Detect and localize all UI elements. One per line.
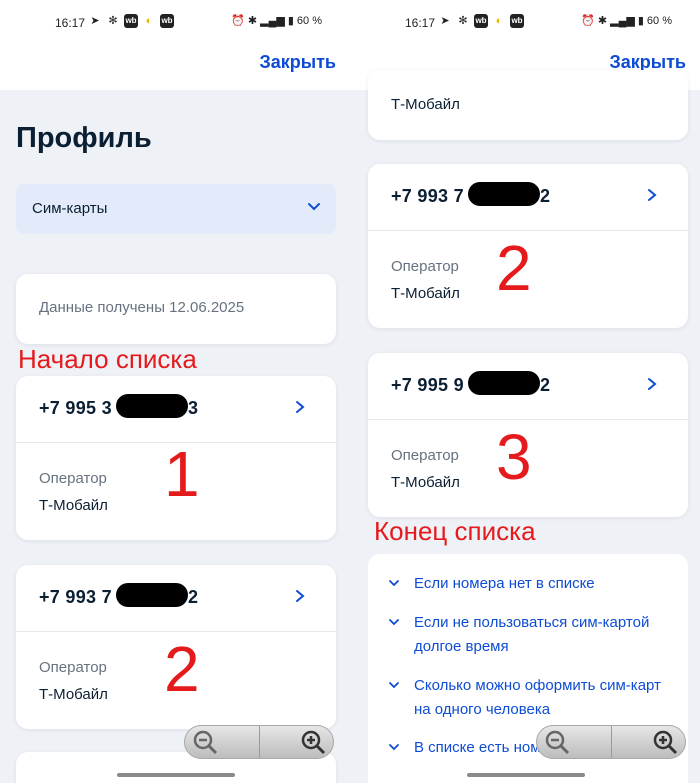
status-bar: 16:17 ➤ ✻ wb ◐ wb ⏰ ✱ ▂▄▆ ▮ 60 % [350, 0, 700, 46]
sim-number-end: 2 [540, 186, 551, 206]
chevron-down-icon [389, 744, 399, 751]
status-time: 16:17 [55, 16, 86, 30]
sim-number-end: 2 [188, 587, 199, 607]
signal-icon: ▂▄▆ [260, 15, 285, 27]
battery-icon: ▮ [637, 15, 644, 27]
wb-icon: wb [474, 14, 488, 28]
sim-card-3[interactable]: +7 995 9 2 Оператор Т-Мобайл 3 [368, 353, 688, 517]
alarm-icon: ⏰ [231, 15, 245, 27]
operator-value: Т-Мобайл [39, 686, 108, 703]
chevron-right-icon [296, 401, 305, 413]
operator-value: Т-Мобайл [391, 96, 460, 113]
annotation-list-start: Начало списка [18, 344, 197, 374]
battery-icon: ▮ [287, 15, 294, 27]
page-title: Профиль [16, 122, 152, 154]
wb-icon: wb [160, 14, 174, 28]
zoom-divider [611, 726, 612, 758]
annotation-number-2: 2 [164, 633, 200, 705]
chevron-down-icon [389, 580, 399, 587]
chevron-down-icon [389, 619, 399, 626]
operator-label: Оператор [39, 659, 107, 676]
wb-icon: wb [510, 14, 524, 28]
screenshot-left: 16:17 ➤ ✻ wb ◐ wb ⏰ ✱ ▂▄▆ ▮ 60 % Закрыть… [0, 0, 350, 783]
faq-item[interactable]: Если номера нет в списке [388, 572, 668, 596]
redaction-mask [468, 371, 540, 395]
status-time: 16:17 [405, 16, 436, 30]
bluetooth-icon: ✱ [597, 15, 608, 27]
screenshot-right: 16:17 ➤ ✻ wb ◐ wb ⏰ ✱ ▂▄▆ ▮ 60 % Закрыть… [350, 0, 700, 783]
faq-item-label: Сколько можно оформить сим-карт на одног… [414, 677, 661, 718]
operator-label: Оператор [391, 447, 459, 464]
operator-value: Т-Мобайл [391, 474, 460, 491]
battery-level: 60 % [296, 14, 322, 27]
sim-card-1[interactable]: +7 995 3 3 Оператор Т-Мобайл 1 [16, 376, 336, 540]
status-icons-left: ➤ ✻ wb ◐ wb [88, 14, 174, 28]
battery-level: 60 % [646, 14, 672, 27]
data-received-text: Данные получены 12.06.2025 [39, 299, 245, 316]
moon-icon: ◐ [145, 15, 153, 27]
redaction-mask [116, 394, 188, 418]
status-icons-right: ⏰ ✱ ▂▄▆ ▮ 60 % [231, 14, 322, 28]
bluetooth-icon: ✱ [247, 15, 258, 27]
annotation-number-1: 1 [164, 438, 200, 510]
chevron-down-icon [389, 682, 399, 689]
settings-icon: ✻ [458, 15, 468, 27]
zoom-control [184, 725, 334, 759]
signal-icon: ▂▄▆ [610, 15, 635, 27]
zoom-in-icon[interactable] [299, 728, 327, 756]
sim-number-start: +7 995 3 [39, 398, 112, 418]
sim-card-2[interactable]: +7 993 7 2 Оператор Т-Мобайл 2 [16, 565, 336, 729]
status-bar: 16:17 ➤ ✻ wb ◐ wb ⏰ ✱ ▂▄▆ ▮ 60 % [0, 0, 350, 46]
chevron-down-icon [308, 203, 320, 211]
redaction-mask [468, 182, 540, 206]
home-indicator [117, 773, 235, 777]
settings-icon: ✻ [108, 15, 118, 27]
sim-number-end: 2 [540, 375, 551, 395]
home-indicator [467, 773, 585, 777]
chevron-right-icon [296, 590, 305, 602]
status-icons-left: ➤ ✻ wb ◐ wb [438, 14, 524, 28]
redaction-mask [116, 583, 188, 607]
zoom-control [536, 725, 686, 759]
operator-label: Оператор [391, 258, 459, 275]
chevron-right-icon [648, 378, 657, 390]
close-link[interactable]: Закрыть [259, 52, 336, 73]
data-received-card: Данные получены 12.06.2025 [16, 274, 336, 344]
zoom-in-icon[interactable] [651, 728, 679, 756]
faq-item-label: Если номера нет в списке [414, 575, 595, 592]
faq-item[interactable]: Сколько можно оформить сим-карт на одног… [388, 674, 668, 722]
telegram-icon: ➤ [440, 15, 450, 27]
sim-number-start: +7 995 9 [391, 375, 464, 395]
sim-cards-dropdown[interactable]: Сим-карты [16, 184, 336, 234]
annotation-list-end: Конец списка [374, 516, 536, 546]
sim-number-start: +7 993 7 [391, 186, 464, 206]
zoom-out-icon[interactable] [543, 728, 571, 756]
annotation-number-2: 2 [496, 232, 532, 304]
faq-item[interactable]: Если не пользоваться сим-картой долгое в… [388, 611, 668, 659]
sim-number-start: +7 993 7 [39, 587, 112, 607]
divider [368, 230, 688, 231]
status-icons-right: ⏰ ✱ ▂▄▆ ▮ 60 % [581, 14, 672, 28]
dropdown-label: Сим-карты [32, 200, 108, 217]
divider [368, 419, 688, 420]
sim-card-2[interactable]: +7 993 7 2 Оператор Т-Мобайл 2 [368, 164, 688, 328]
telegram-icon: ➤ [90, 15, 100, 27]
alarm-icon: ⏰ [581, 15, 595, 27]
annotation-number-3: 3 [496, 421, 532, 493]
zoom-divider [259, 726, 260, 758]
sim-number-end: 3 [188, 398, 199, 418]
top-bar: Закрыть [0, 46, 350, 90]
faq-item-label: Если не пользоваться сим-картой долгое в… [414, 614, 650, 655]
moon-icon: ◐ [495, 15, 503, 27]
operator-value: Т-Мобайл [39, 497, 108, 514]
zoom-out-icon[interactable] [191, 728, 219, 756]
operator-label: Оператор [39, 470, 107, 487]
sim-card-partial-top: Т-Мобайл [368, 70, 688, 140]
divider [16, 631, 336, 632]
chevron-right-icon [648, 189, 657, 201]
wb-icon: wb [124, 14, 138, 28]
operator-value: Т-Мобайл [391, 285, 460, 302]
